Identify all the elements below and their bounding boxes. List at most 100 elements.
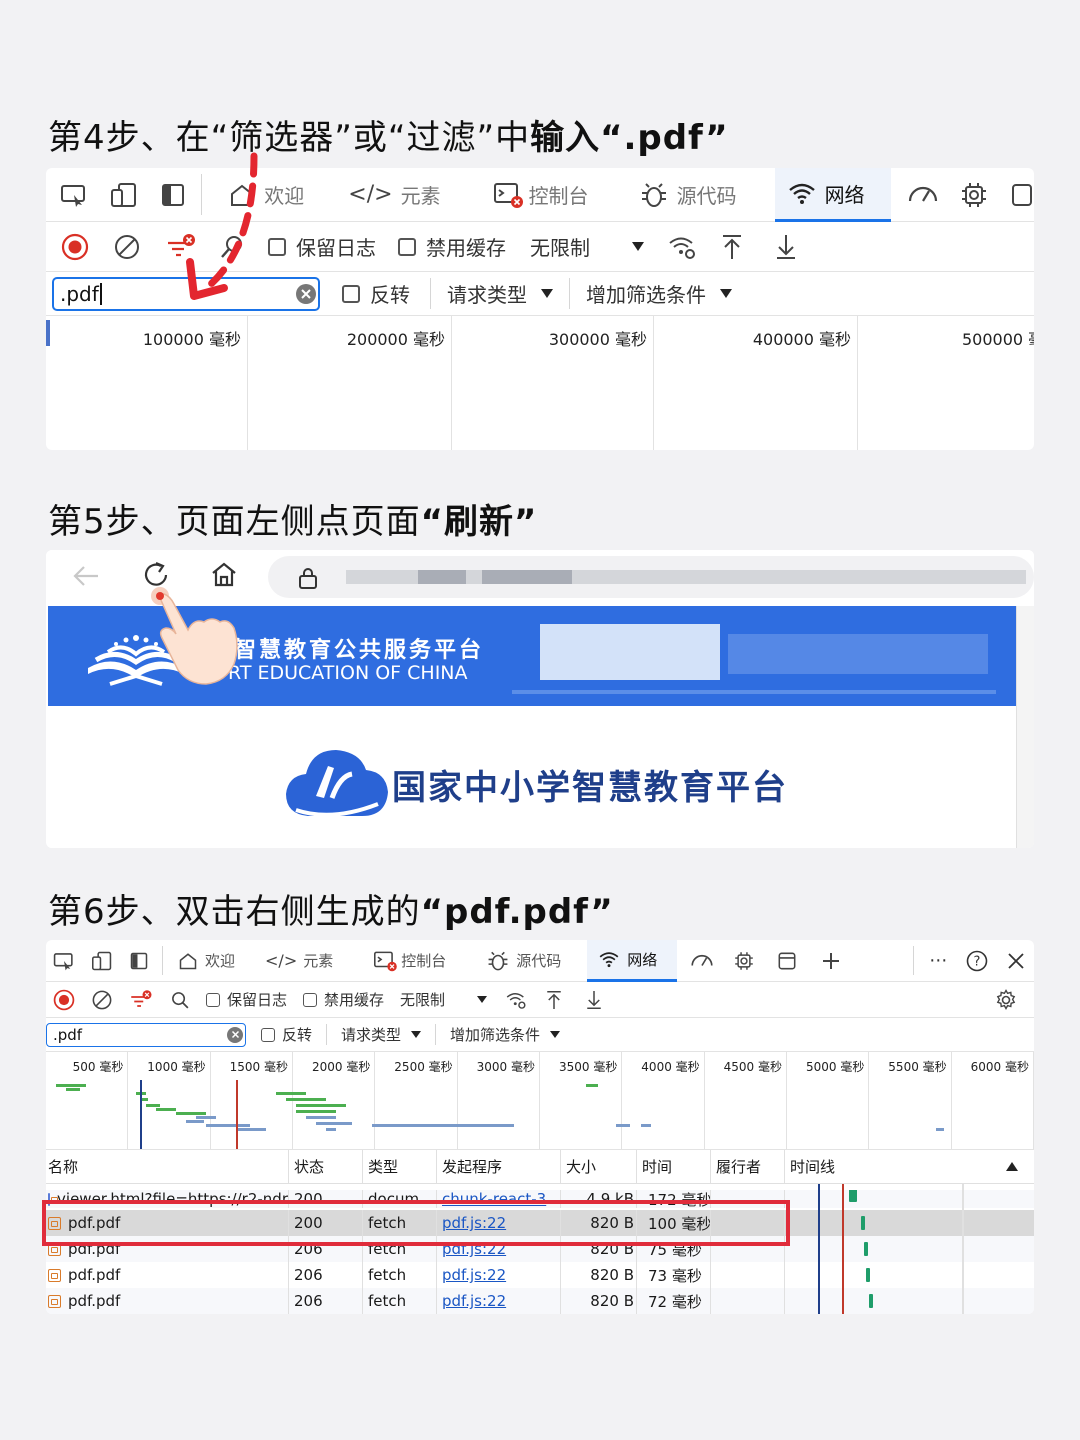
- cell-text[interactable]: pdf.js:22: [442, 1292, 506, 1310]
- invert-box[interactable]: [261, 1027, 275, 1042]
- dock-side-icon[interactable]: [128, 952, 150, 970]
- record-icon[interactable]: [52, 989, 76, 1011]
- timeline-activity-mark: [296, 1104, 346, 1107]
- throttle-select[interactable]: 无限制: [530, 232, 644, 261]
- tab-sources[interactable]: 源代码: [486, 950, 561, 972]
- add-tab-icon[interactable]: [819, 952, 843, 970]
- network-conditions-icon[interactable]: [503, 990, 529, 1010]
- download-icon[interactable]: [583, 989, 605, 1011]
- timeline-activity-mark: [286, 1098, 326, 1101]
- tab-network[interactable]: 网络: [587, 940, 678, 982]
- column-header[interactable]: 名称: [48, 1150, 288, 1183]
- more-options-icon[interactable]: ⋯: [926, 950, 950, 971]
- upload-icon[interactable]: [718, 233, 746, 261]
- download-icon[interactable]: [772, 233, 800, 261]
- disable-cache-checkbox[interactable]: 禁用缓存: [303, 989, 384, 1010]
- tab-elements[interactable]: </> 元素: [265, 950, 333, 971]
- disable-cache-label: 禁用缓存: [324, 991, 385, 1009]
- step5-title: 第5步、页面左侧点页面“刷新”: [48, 494, 537, 543]
- step6-title: 第6步、双击右侧生成的“pdf.pdf”: [48, 884, 614, 933]
- table-row[interactable]: pdf.pdf 206 fetch pdf.js:22 820 B 73 毫秒: [46, 1262, 1034, 1288]
- more-filters-dropdown[interactable]: 增加筛选条件: [450, 1024, 561, 1045]
- record-icon[interactable]: [60, 233, 90, 261]
- device-toolbar-icon[interactable]: [90, 951, 114, 971]
- tab-console[interactable]: 控制台: [373, 950, 446, 972]
- inspect-icon[interactable]: [60, 183, 88, 207]
- preserve-log-checkbox[interactable]: 保留日志: [206, 989, 287, 1010]
- column-header[interactable]: 发起程序: [442, 1150, 562, 1183]
- column-header[interactable]: 大小: [566, 1150, 634, 1183]
- tab-network-label: 网络: [627, 950, 658, 969]
- sort-ascending-icon[interactable]: [1006, 1162, 1018, 1171]
- invert-checkbox[interactable]: 反转: [342, 279, 410, 308]
- invert-box[interactable]: [342, 284, 360, 303]
- disable-cache-checkbox[interactable]: 禁用缓存: [398, 232, 506, 261]
- console-icon: [493, 181, 523, 209]
- column-header[interactable]: 类型: [368, 1150, 438, 1183]
- timeline-tick: 400000 毫秒: [752, 330, 851, 349]
- preserve-log-checkbox[interactable]: 保留日志: [268, 232, 376, 261]
- upload-icon[interactable]: [543, 989, 565, 1011]
- search-icon[interactable]: [168, 990, 192, 1010]
- timeline-overview[interactable]: 100000 毫秒 200000 毫秒 300000 毫秒 400000 毫秒 …: [46, 316, 1034, 450]
- column-header[interactable]: 时间线: [790, 1150, 1034, 1183]
- help-icon[interactable]: ?: [964, 950, 990, 972]
- timeline-column: 3500 毫秒: [540, 1052, 623, 1149]
- invert-checkbox[interactable]: 反转: [261, 1024, 312, 1045]
- timeline-column: 4000 毫秒: [622, 1052, 705, 1149]
- device-toolbar-icon[interactable]: [110, 182, 138, 208]
- inspect-icon[interactable]: [52, 951, 76, 971]
- cell-name[interactable]: pdf.pdf: [48, 1262, 288, 1288]
- timeline-overview[interactable]: 500 毫秒 1000 毫秒 1500 毫秒 2000 毫秒 2500 毫秒 3000 毫…: [46, 1052, 1034, 1150]
- tab-welcome[interactable]: 欢迎: [177, 950, 235, 971]
- filter-icon[interactable]: [128, 989, 154, 1011]
- code-brackets-icon: </>: [265, 951, 298, 970]
- tab-console[interactable]: 控制台: [493, 180, 589, 209]
- close-icon[interactable]: [1004, 952, 1028, 969]
- clear-filter-icon[interactable]: [227, 1026, 243, 1043]
- column-header[interactable]: 状态: [294, 1150, 364, 1183]
- request-type-dropdown[interactable]: 请求类型: [341, 1024, 422, 1045]
- cloud-logo-icon: [286, 750, 388, 817]
- clear-filter-icon[interactable]: [296, 283, 316, 304]
- column-divider: [636, 1288, 637, 1314]
- application-icon[interactable]: [775, 951, 799, 971]
- url-field[interactable]: [268, 556, 1034, 598]
- cell-text: 206: [294, 1292, 323, 1310]
- tab-sources[interactable]: 源代码: [639, 180, 737, 209]
- performance-icon[interactable]: [689, 952, 715, 970]
- throttle-select[interactable]: 无限制: [400, 989, 488, 1010]
- tab-network[interactable]: 网络: [774, 168, 891, 222]
- back-arrow-icon[interactable]: [70, 562, 102, 590]
- clear-icon[interactable]: [112, 233, 142, 261]
- preserve-log-box[interactable]: [206, 992, 220, 1007]
- filter-input[interactable]: .pdf: [46, 1022, 246, 1047]
- filter-separator: [435, 1024, 437, 1045]
- settings-chip-icon[interactable]: [959, 180, 989, 210]
- vertical-scrollbar[interactable]: [1016, 606, 1034, 848]
- settings-chip-icon[interactable]: [731, 950, 757, 972]
- devtools-panel-2: 欢迎 </> 元素 控制台 源代码 网络 ⋯ ? 保留日志 禁用缓存 无限制 .…: [46, 940, 1034, 1314]
- cell-text: fetch: [368, 1292, 407, 1310]
- more-filters-dropdown[interactable]: 增加筛选条件: [586, 279, 732, 308]
- column-divider: [362, 1262, 363, 1288]
- timeline-tick: 200000 毫秒: [346, 330, 445, 349]
- disable-cache-box[interactable]: [303, 992, 318, 1007]
- network-conditions-icon[interactable]: [666, 234, 698, 260]
- timeline-column: 4500 毫秒: [705, 1052, 787, 1149]
- network-settings-gear-icon[interactable]: [994, 988, 1018, 1011]
- table-row[interactable]: pdf.pdf 206 fetch pdf.js:22 820 B 72 毫秒: [46, 1288, 1034, 1314]
- tab-elements[interactable]: </> 元素: [348, 180, 440, 209]
- wifi-icon: [597, 950, 621, 968]
- disable-cache-box[interactable]: [398, 237, 416, 256]
- cell-text[interactable]: pdf.js:22: [442, 1266, 506, 1284]
- chevron-down-icon: [550, 1031, 561, 1038]
- column-header[interactable]: 时间: [642, 1150, 712, 1183]
- lock-icon: [296, 566, 320, 590]
- request-type-dropdown[interactable]: 请求类型: [447, 279, 553, 308]
- column-header[interactable]: 履行者: [716, 1150, 786, 1183]
- application-icon[interactable]: [1009, 182, 1034, 208]
- clear-icon[interactable]: [90, 989, 114, 1011]
- cell-name[interactable]: pdf.pdf: [48, 1288, 288, 1314]
- performance-icon[interactable]: [907, 183, 939, 207]
